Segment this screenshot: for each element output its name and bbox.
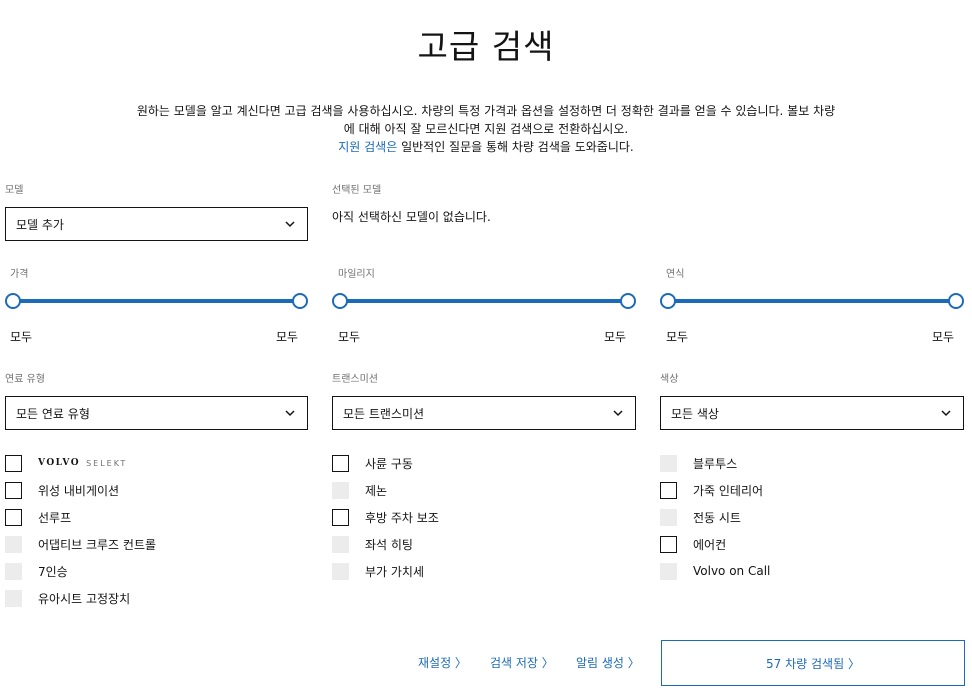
chevron-down-icon bbox=[285, 219, 295, 229]
year-min-value: 모두 bbox=[666, 330, 689, 344]
selekt-logo-text: SELEKT bbox=[86, 458, 128, 468]
checkbox-disabled bbox=[5, 589, 22, 607]
price-min-value: 모두 bbox=[10, 330, 33, 344]
volvo-logo-text: VOLVO bbox=[38, 458, 81, 468]
option-heated-seats: 좌석 히팅 bbox=[332, 535, 413, 553]
option-leather-interior[interactable]: 가죽 인테리어 bbox=[660, 481, 763, 499]
price-slider[interactable] bbox=[5, 292, 308, 310]
option-child-seat-anchor: 유아시트 고정장치 bbox=[5, 589, 130, 607]
model-select-value: 모델 추가 bbox=[16, 217, 64, 232]
option-all-wheel-drive[interactable]: 사륜 구동 bbox=[332, 454, 413, 472]
color-select-value: 모든 색상 bbox=[671, 406, 719, 421]
year-slider-min-handle[interactable] bbox=[660, 293, 676, 309]
checkbox-disabled bbox=[660, 508, 677, 526]
fuel-type-select-value: 모든 연료 유형 bbox=[16, 406, 90, 421]
checkbox-disabled bbox=[332, 535, 349, 553]
checkbox[interactable] bbox=[5, 454, 22, 472]
mileage-max-value: 모두 bbox=[604, 330, 627, 344]
color-select[interactable]: 모든 색상 bbox=[660, 396, 964, 430]
option-label: 좌석 히팅 bbox=[365, 537, 413, 552]
option-label: 블루투스 bbox=[693, 456, 738, 471]
selected-models-label: 선택된 모델 bbox=[332, 185, 382, 196]
checkbox-disabled bbox=[332, 481, 349, 499]
model-label: 모델 bbox=[5, 185, 24, 196]
mileage-slider-min-handle[interactable] bbox=[332, 293, 348, 309]
price-slider-track bbox=[13, 299, 300, 303]
checkbox-disabled bbox=[332, 562, 349, 580]
option-label: 어댑티브 크루즈 컨트롤 bbox=[38, 537, 157, 552]
assisted-search-link[interactable]: 지원 검색은 bbox=[338, 140, 397, 154]
option-label: 가죽 인테리어 bbox=[693, 483, 764, 498]
price-max-value: 모두 bbox=[276, 330, 299, 344]
intro-line-2: 에 대해 아직 잘 모르신다면 지원 검색으로 전환하십시오. bbox=[343, 122, 629, 136]
mileage-slider[interactable] bbox=[332, 292, 636, 310]
option-air-conditioning[interactable]: 에어컨 bbox=[660, 535, 726, 553]
chevron-down-icon bbox=[285, 408, 295, 418]
option-label: 에어컨 bbox=[693, 537, 727, 552]
option-adaptive-cruise-control: 어댑티브 크루즈 컨트롤 bbox=[5, 535, 156, 553]
mileage-slider-track bbox=[340, 299, 628, 303]
year-slider-max-handle[interactable] bbox=[948, 293, 964, 309]
checkbox[interactable] bbox=[332, 454, 349, 472]
price-label: 가격 bbox=[10, 269, 29, 280]
option-label: 사륜 구동 bbox=[365, 456, 413, 471]
option-xenon: 제논 bbox=[332, 481, 387, 499]
mileage-slider-max-handle[interactable] bbox=[620, 293, 636, 309]
year-slider[interactable] bbox=[660, 292, 964, 310]
checkbox[interactable] bbox=[5, 508, 22, 526]
option-volvo-on-call: Volvo on Call bbox=[660, 562, 770, 580]
option-label: 선루프 bbox=[38, 510, 72, 525]
price-slider-max-handle[interactable] bbox=[292, 293, 308, 309]
option-label: 후방 주차 보조 bbox=[365, 510, 439, 525]
transmission-select[interactable]: 모든 트랜스미션 bbox=[332, 396, 636, 430]
checkbox[interactable] bbox=[332, 508, 349, 526]
option-label: 위성 내비게이션 bbox=[38, 483, 120, 498]
checkbox[interactable] bbox=[5, 481, 22, 499]
save-search-link[interactable]: 검색 저장 〉 bbox=[490, 654, 554, 671]
option-volvo-selekt[interactable]: VOLVO SELEKT bbox=[5, 454, 127, 472]
checkbox[interactable] bbox=[660, 535, 677, 553]
option-power-seats: 전동 시트 bbox=[660, 508, 741, 526]
checkbox-disabled bbox=[5, 535, 22, 553]
option-label: 7인승 bbox=[38, 564, 68, 579]
year-label: 연식 bbox=[666, 269, 685, 280]
checkbox-disabled bbox=[5, 562, 22, 580]
option-satellite-navigation[interactable]: 위성 내비게이션 bbox=[5, 481, 119, 499]
option-7-seater: 7인승 bbox=[5, 562, 68, 580]
reset-link[interactable]: 재설정 〉 bbox=[418, 654, 467, 671]
mileage-min-value: 모두 bbox=[338, 330, 361, 344]
show-results-button[interactable]: 57 차량 검색됨 〉 bbox=[661, 640, 965, 686]
year-max-value: 모두 bbox=[932, 330, 955, 344]
mileage-label: 마일리지 bbox=[338, 269, 375, 280]
option-label: 제논 bbox=[365, 483, 388, 498]
intro-line-1: 원하는 모델을 알고 계신다면 고급 검색을 사용하십시오. 차량의 특정 가격… bbox=[136, 104, 836, 118]
chevron-down-icon bbox=[941, 408, 951, 418]
create-alert-link[interactable]: 알림 생성 〉 bbox=[576, 654, 640, 671]
intro-line-3-rest: 일반적인 질문을 통해 차량 검색을 도와줍니다. bbox=[397, 140, 634, 154]
fuel-type-select[interactable]: 모든 연료 유형 bbox=[5, 396, 308, 430]
option-label: 부가 가치세 bbox=[365, 564, 425, 579]
option-label: 유아시트 고정장치 bbox=[38, 591, 131, 606]
model-select[interactable]: 모델 추가 bbox=[5, 207, 308, 241]
checkbox[interactable] bbox=[660, 481, 677, 499]
transmission-select-value: 모든 트랜스미션 bbox=[343, 406, 425, 421]
intro-text: 원하는 모델을 알고 계신다면 고급 검색을 사용하십시오. 차량의 특정 가격… bbox=[100, 102, 872, 156]
option-bluetooth: 블루투스 bbox=[660, 454, 737, 472]
option-label: Volvo on Call bbox=[693, 564, 771, 578]
color-label: 색상 bbox=[660, 374, 679, 385]
fuel-type-label: 연료 유형 bbox=[5, 374, 45, 385]
option-label: 전동 시트 bbox=[693, 510, 741, 525]
checkbox-disabled bbox=[660, 454, 677, 472]
transmission-label: 트랜스미션 bbox=[332, 374, 378, 385]
intro-line-3: 지원 검색은 일반적인 질문을 통해 차량 검색을 도와줍니다. bbox=[100, 138, 872, 156]
price-slider-min-handle[interactable] bbox=[5, 293, 21, 309]
option-sunroof[interactable]: 선루프 bbox=[5, 508, 71, 526]
year-slider-track bbox=[668, 299, 956, 303]
option-vat: 부가 가치세 bbox=[332, 562, 424, 580]
chevron-down-icon bbox=[613, 408, 623, 418]
page-title: 고급 검색 bbox=[417, 27, 555, 66]
no-model-selected-text: 아직 선택하신 모델이 없습니다. bbox=[332, 210, 491, 224]
option-rear-parking-assist[interactable]: 후방 주차 보조 bbox=[332, 508, 439, 526]
checkbox-disabled bbox=[660, 562, 677, 580]
